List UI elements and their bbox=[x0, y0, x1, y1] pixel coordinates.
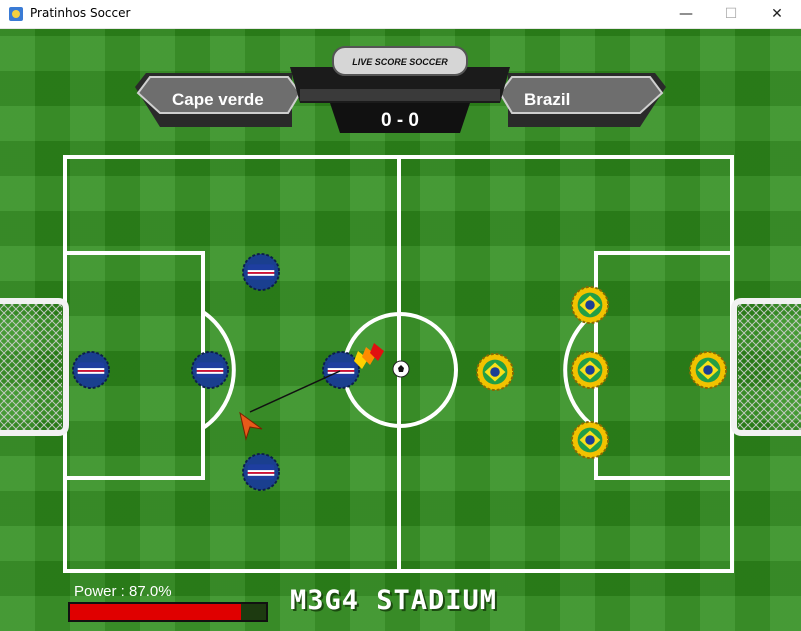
shot-direction-arrows-icon bbox=[354, 343, 384, 369]
maximize-button[interactable]: ☐ bbox=[708, 0, 754, 28]
app-icon bbox=[9, 7, 23, 21]
window-titlebar: Pratinhos Soccer — ☐ ✕ bbox=[0, 0, 801, 29]
aim-line bbox=[249, 370, 341, 413]
close-button[interactable]: ✕ bbox=[754, 0, 800, 28]
game-canvas[interactable]: LIVE SCORE SOCCER Cape verde Brazil 0 - … bbox=[0, 29, 801, 631]
power-bar-fill bbox=[70, 604, 241, 620]
power-label: Power : 87.0% bbox=[74, 583, 172, 600]
stadium-name: M3G4 STADIUM bbox=[290, 585, 498, 616]
window-title: Pratinhos Soccer bbox=[30, 6, 131, 20]
aim-overlay bbox=[239, 343, 410, 441]
minimize-button[interactable]: — bbox=[663, 0, 709, 28]
aim-cursor-icon bbox=[239, 411, 263, 441]
soccer-ball-icon[interactable] bbox=[392, 360, 410, 378]
power-bar bbox=[68, 602, 268, 622]
